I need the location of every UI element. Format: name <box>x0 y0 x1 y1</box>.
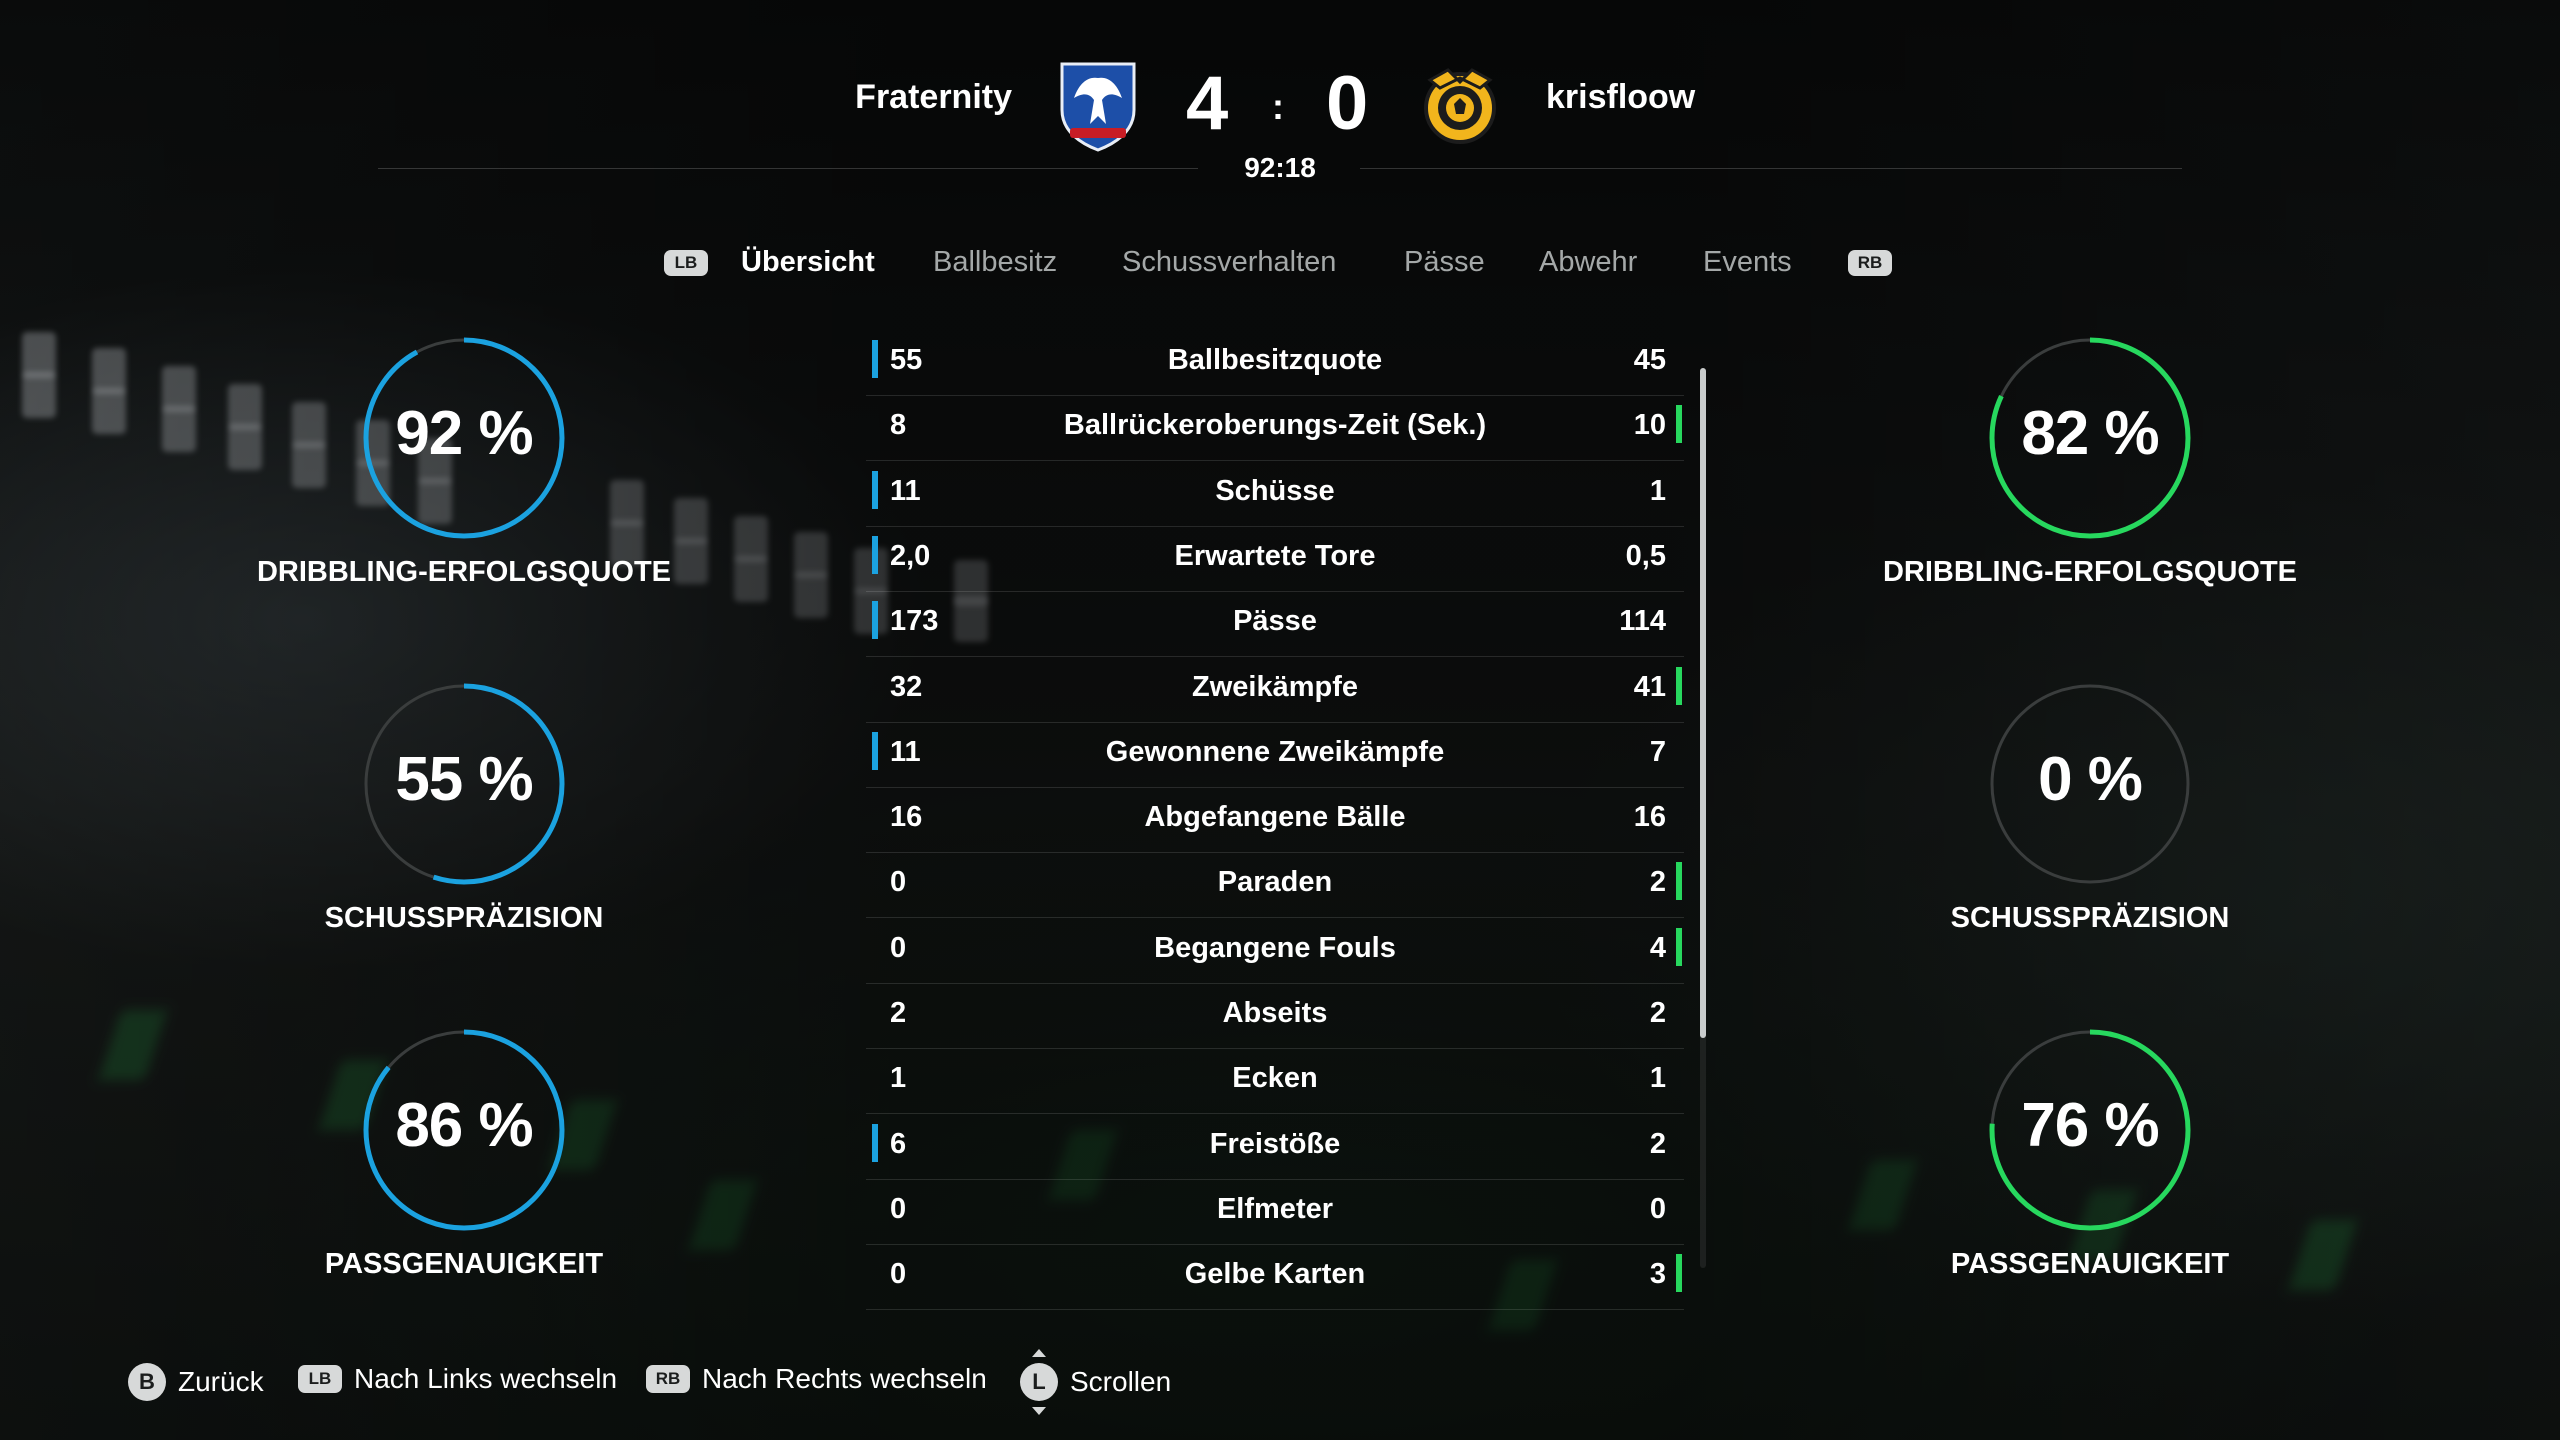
tab-uebersicht[interactable]: Übersicht <box>741 246 875 279</box>
scroll-hint[interactable]: L Scrollen <box>1020 1349 1172 1415</box>
stat-away-value: 16 <box>1633 801 1666 834</box>
scrollbar-thumb[interactable] <box>1700 368 1706 1038</box>
stat-row: 2 Abseits 2 <box>866 983 1684 1049</box>
gauge-label: SCHUSSPRÄZISION <box>1950 902 2230 934</box>
tab-ballbesitz[interactable]: Ballbesitz <box>933 246 1057 279</box>
lb-button-icon: LB <box>298 1365 342 1393</box>
home-score: 4 <box>1186 61 1229 146</box>
stats-table[interactable]: 55 Ballbesitzquote 45 8 Ballrückeroberungs-Z… <box>866 330 1684 1311</box>
stat-away-value: 41 <box>1633 670 1666 703</box>
stat-row: 2,0 Erwartete Tore 0,5 <box>866 526 1684 592</box>
stat-name: Paraden <box>1217 866 1333 899</box>
stat-away-value: 1 <box>1649 1062 1666 1095</box>
stat-away-value: 10 <box>1633 409 1666 442</box>
stat-away-value: 1 <box>1649 474 1666 507</box>
gauge-value: 55 % <box>395 745 533 814</box>
header-divider-right <box>1360 168 2182 169</box>
home-team-name: Fraternity <box>855 78 1012 116</box>
back-label: Zurück <box>178 1366 264 1397</box>
stat-away-value: 114 <box>1619 605 1666 638</box>
away-gauge-2: 0 % SCHUSSPRÄZISION <box>1880 680 2300 980</box>
switch-left-label: Nach Links wechseln <box>354 1363 618 1394</box>
stat-away-value: 45 <box>1633 344 1666 376</box>
stat-away-value: 0,5 <box>1625 539 1666 572</box>
stat-away-value: 3 <box>1649 1258 1666 1291</box>
stat-name: Elfmeter <box>1216 1192 1334 1225</box>
lb-button-icon[interactable]: LB <box>664 250 708 276</box>
stat-name: Erwartete Tore <box>1174 539 1376 572</box>
stat-row: 173 Pässe 114 <box>866 591 1684 658</box>
stat-row: 11 Schüsse 1 <box>866 461 1684 527</box>
eagle-crest-icon <box>1056 58 1140 152</box>
stat-row: 8 Ballrückeroberungs-Zeit (Sek.) 10 <box>866 395 1684 462</box>
stat-row: 55 Ballbesitzquote 45 <box>866 330 1684 396</box>
stat-away-value: 7 <box>1649 735 1666 768</box>
stat-row: 0 Begangene Fouls 4 <box>866 918 1684 984</box>
away-gauge-1: 82 % DRIBBLING-ERFOLGSQUOTE <box>1880 334 2300 634</box>
home-gauge-3: 86 % PASSGENAUIGKEIT <box>254 1026 674 1326</box>
away-gauge-3: 76 % PASSGENAUIGKEIT <box>1880 1026 2300 1326</box>
tab-paesse[interactable]: Pässe <box>1404 246 1485 279</box>
gauge-value: 0 % <box>2038 745 2143 814</box>
switch-right-hint[interactable]: RB Nach Rechts wechseln <box>646 1363 987 1395</box>
stat-row: 0 Elfmeter 0 <box>866 1179 1684 1245</box>
away-team-name: krisfloow <box>1546 78 1696 116</box>
back-hint[interactable]: B Zurück <box>128 1363 264 1401</box>
rb-button-icon[interactable]: RB <box>1848 250 1892 276</box>
tab-schussverhalten[interactable]: Schussverhalten <box>1122 246 1336 279</box>
score-separator: : <box>1272 86 1284 127</box>
gauge-label: PASSGENAUIGKEIT <box>1950 1248 2230 1280</box>
badge-crest-icon <box>1418 62 1502 156</box>
switch-right-label: Nach Rechts wechseln <box>702 1363 987 1394</box>
header-divider-left <box>378 168 1198 169</box>
stat-row: 32 Zweikämpfe 41 <box>866 657 1684 723</box>
stat-name: Abgefangene Bälle <box>1144 801 1406 834</box>
stat-name: Abseits <box>1222 997 1328 1029</box>
stat-row: 1 Ecken 1 <box>866 1048 1684 1115</box>
tab-events[interactable]: Events <box>1703 246 1792 279</box>
stat-name: Begangene Fouls <box>1154 931 1396 964</box>
stat-row: 11 Gewonnene Zweikämpfe 7 <box>866 722 1684 788</box>
gauge-value: 92 % <box>395 399 533 468</box>
stat-name: Schüsse <box>1215 474 1335 507</box>
gauge-value: 76 % <box>2021 1091 2159 1160</box>
stat-away-value: 0 <box>1649 1192 1666 1225</box>
stat-away-value: 2 <box>1649 866 1666 899</box>
stat-away-value: 2 <box>1649 1127 1666 1160</box>
stat-name: Gelbe Karten <box>1184 1258 1366 1291</box>
switch-left-hint[interactable]: LB Nach Links wechseln <box>298 1363 617 1395</box>
gauge-value: 82 % <box>2021 399 2159 468</box>
gauge-value: 86 % <box>395 1091 533 1160</box>
stat-name: Freistöße <box>1209 1127 1341 1160</box>
stat-row: 0 Paraden 2 <box>866 852 1684 919</box>
stat-row: 0 Gelbe Karten 3 <box>866 1244 1684 1311</box>
left-stick-icon: L <box>1020 1349 1058 1415</box>
gauge-label: DRIBBLING-ERFOLGSQUOTE <box>1882 556 2298 588</box>
stat-away-value: 4 <box>1649 931 1666 964</box>
stats-tabs: LB Übersicht Ballbesitz Schussverhalten … <box>0 246 2560 286</box>
stat-name: Pässe <box>1233 605 1317 638</box>
stat-name: Ecken <box>1232 1062 1318 1095</box>
stat-name: Ballrückeroberungs-Zeit (Sek.) <box>1063 409 1487 442</box>
home-gauge-1: 92 % DRIBBLING-ERFOLGSQUOTE <box>254 334 674 634</box>
tab-abwehr[interactable]: Abwehr <box>1539 246 1637 279</box>
rb-button-icon: RB <box>646 1365 690 1393</box>
stat-name: Ballbesitzquote <box>1167 344 1383 376</box>
gauge-label: PASSGENAUIGKEIT <box>324 1248 604 1280</box>
home-gauge-2: 55 % SCHUSSPRÄZISION <box>254 680 674 980</box>
b-button-icon: B <box>128 1363 166 1401</box>
scroll-label: Scrollen <box>1070 1366 1172 1397</box>
away-score: 0 <box>1326 61 1369 146</box>
gauge-label: DRIBBLING-ERFOLGSQUOTE <box>256 556 672 588</box>
stat-away-value: 2 <box>1649 997 1666 1029</box>
stat-name: Zweikämpfe <box>1192 670 1358 703</box>
stat-row: 6 Freistöße 2 <box>866 1114 1684 1180</box>
stat-name: Gewonnene Zweikämpfe <box>1105 735 1445 768</box>
gauge-label: SCHUSSPRÄZISION <box>324 902 604 934</box>
match-clock: 92:18 <box>1244 152 1316 183</box>
stat-row: 16 Abgefangene Bälle 16 <box>866 787 1684 854</box>
